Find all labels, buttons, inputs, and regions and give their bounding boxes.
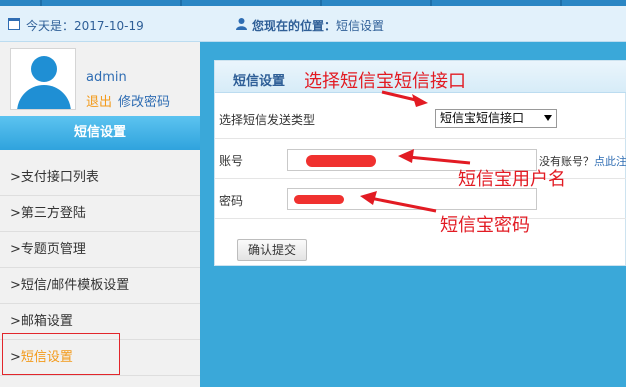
breadcrumb-current: 短信设置 xyxy=(336,19,385,33)
dropdown-arrow-icon xyxy=(544,115,552,121)
account-label: 账号 xyxy=(219,154,244,168)
info-bar: 今天是：2017-10-19 您现在的位置：短信设置 xyxy=(0,6,626,42)
annotation-password: 短信宝密码 xyxy=(440,215,530,236)
username: admin xyxy=(86,70,127,85)
calendar-icon xyxy=(8,18,20,30)
panel-title: 短信设置 xyxy=(233,74,286,89)
sidebar-section-title: 短信设置 xyxy=(0,116,200,150)
sidebar-item-third-party-login[interactable]: >第三方登陆 xyxy=(0,196,200,232)
avatar xyxy=(10,48,76,110)
location-icon xyxy=(236,18,247,30)
annotation-interface: 选择短信宝短信接口 xyxy=(304,71,466,92)
change-password-link[interactable]: 修改密码 xyxy=(118,91,170,110)
highlight-box xyxy=(2,333,120,375)
submit-button[interactable]: 确认提交 xyxy=(237,239,307,261)
register-link[interactable]: 点此注 xyxy=(594,155,626,168)
user-box: admin 退出 修改密码 xyxy=(0,42,200,116)
password-input[interactable] xyxy=(287,188,537,210)
sidebar-item-topic-pages[interactable]: >专题页管理 xyxy=(0,232,200,268)
date-label: 今天是：2017-10-19 xyxy=(26,19,144,33)
send-type-select[interactable]: 短信宝短信接口 xyxy=(435,109,557,128)
send-type-value: 短信宝短信接口 xyxy=(440,111,525,125)
annotation-username: 短信宝用户名 xyxy=(458,169,566,190)
password-label: 密码 xyxy=(219,194,244,208)
breadcrumb: 您现在的位置：短信设置 xyxy=(252,17,384,34)
logout-link[interactable]: 退出 xyxy=(86,91,112,110)
redacted-scribble xyxy=(294,195,344,204)
breadcrumb-prefix: 您现在的位置： xyxy=(252,19,337,33)
sidebar-item-payment-list[interactable]: >支付接口列表 xyxy=(0,160,200,196)
sidebar: admin 退出 修改密码 短信设置 >支付接口列表 >第三方登陆 >专题页管理… xyxy=(0,42,200,387)
sidebar-item-sms-email-templates[interactable]: >短信/邮件模板设置 xyxy=(0,268,200,304)
send-type-row: 选择短信发送类型 短信宝短信接口 xyxy=(215,99,626,139)
send-type-label: 选择短信发送类型 xyxy=(219,113,316,127)
redacted-scribble xyxy=(306,155,376,167)
